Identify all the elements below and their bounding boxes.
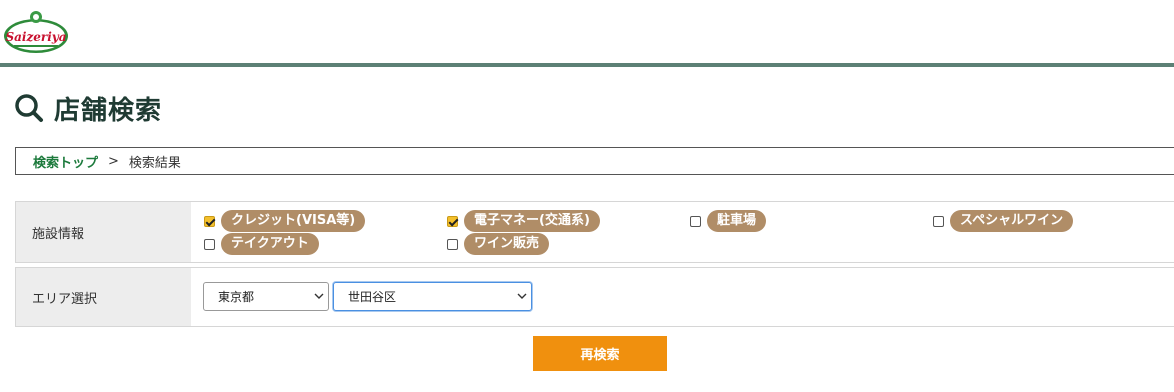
page-title: 店舗検索 xyxy=(54,95,163,126)
special-wine-label: スペシャルワイン xyxy=(950,210,1074,232)
special-wine-checkbox[interactable] xyxy=(933,215,944,227)
area-label: エリア選択 xyxy=(16,268,191,326)
facility-option-credit[interactable]: クレジット(VISA等) xyxy=(204,210,366,232)
search-icon xyxy=(15,94,43,122)
facility-option-emoney[interactable]: 電子マネー(交通系) xyxy=(447,210,600,232)
takeout-checkbox[interactable] xyxy=(204,238,215,250)
facility-option-wine-sales[interactable]: ワイン販売 xyxy=(447,233,550,255)
site-header: Saizeriya xyxy=(0,0,1174,63)
prefecture-select[interactable]: 東京都 xyxy=(203,282,329,311)
wine-sales-checkbox[interactable] xyxy=(447,238,458,250)
saizeriya-logo[interactable]: Saizeriya xyxy=(2,8,70,55)
facility-option-takeout[interactable]: テイクアウト xyxy=(204,233,319,255)
prefecture-value: 東京都 xyxy=(218,290,255,304)
chevron-down-icon xyxy=(517,293,527,299)
credit-checkbox[interactable] xyxy=(204,215,215,227)
wine-sales-label: ワイン販売 xyxy=(464,233,550,255)
credit-label: クレジット(VISA等) xyxy=(221,210,366,232)
area-row: エリア選択 東京都 世田谷区 xyxy=(15,267,1174,327)
breadcrumb: 検索トップ > 検索結果 xyxy=(15,147,1174,175)
parking-label: 駐車場 xyxy=(707,210,767,232)
breadcrumb-search-top-link[interactable]: 検索トップ xyxy=(33,152,98,171)
city-select[interactable]: 世田谷区 xyxy=(333,282,532,311)
breadcrumb-separator: > xyxy=(108,153,119,169)
page-title-row: 店舗検索 xyxy=(14,90,162,126)
parking-checkbox[interactable] xyxy=(690,215,701,227)
logo-text: Saizeriya xyxy=(5,30,66,44)
facility-label: 施設情報 xyxy=(16,202,191,262)
breadcrumb-current: 検索結果 xyxy=(128,155,181,171)
facility-row: 施設情報 クレジット(VISA等) 電子マネー(交通系) 駐車場 スペシャルワイ… xyxy=(15,202,1174,263)
takeout-label: テイクアウト xyxy=(221,233,319,255)
facility-option-special-wine[interactable]: スペシャルワイン xyxy=(933,210,1074,232)
facility-option-parking[interactable]: 駐車場 xyxy=(690,210,767,232)
city-value: 世田谷区 xyxy=(348,290,397,304)
facility-options: クレジット(VISA等) 電子マネー(交通系) 駐車場 スペシャルワイン テイク… xyxy=(191,202,1174,262)
emoney-checkbox[interactable] xyxy=(447,215,458,227)
chevron-down-icon xyxy=(314,293,324,299)
emoney-label: 電子マネー(交通系) xyxy=(464,210,600,232)
header-divider xyxy=(0,63,1174,67)
research-button[interactable]: 再検索 xyxy=(533,336,667,371)
search-filter-table: 施設情報 クレジット(VISA等) 電子マネー(交通系) 駐車場 スペシャルワイ… xyxy=(15,201,1174,327)
area-selects: 東京都 世田谷区 xyxy=(191,268,1174,326)
